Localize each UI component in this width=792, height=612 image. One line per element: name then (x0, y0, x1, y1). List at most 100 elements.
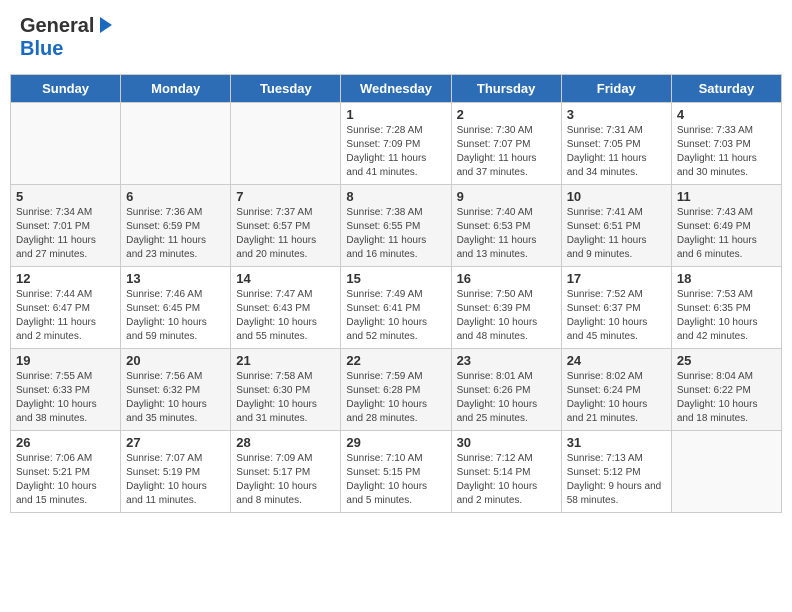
calendar-cell: 21 Sunrise: 7:58 AM Sunset: 6:30 PM Dayli… (231, 349, 341, 431)
calendar-cell (231, 103, 341, 185)
day-info: Sunrise: 7:58 AM Sunset: 6:30 PM Dayligh… (236, 370, 335, 426)
calendar-cell: 28 Sunrise: 7:09 AM Sunset: 5:17 PM Dayli… (231, 431, 341, 513)
calendar-cell: 31Sunrise: 7:13 AM Sunset: 5:12 PM Dayli… (561, 431, 671, 513)
calendar-week-row: 1 Sunrise: 7:28 AM Sunset: 7:09 PM Daylig… (11, 103, 782, 185)
day-number: 25 (677, 353, 776, 368)
day-number: 4 (677, 107, 776, 122)
day-of-week-header: Wednesday (341, 75, 451, 103)
day-number: 7 (236, 189, 335, 204)
day-info: Sunrise: 7:38 AM Sunset: 6:55 PM Dayligh… (346, 206, 445, 262)
calendar-week-row: 26 Sunrise: 7:06 AM Sunset: 5:21 PM Dayli… (11, 431, 782, 513)
day-number: 28 (236, 435, 335, 450)
calendar-cell: 9 Sunrise: 7:40 AM Sunset: 6:53 PM Daylig… (451, 185, 561, 267)
calendar-cell: 11 Sunrise: 7:43 AM Sunset: 6:49 PM Dayli… (671, 185, 781, 267)
day-of-week-header: Tuesday (231, 75, 341, 103)
logo-blue-text: Blue (20, 38, 63, 60)
day-number: 12 (16, 271, 115, 286)
day-info: Sunrise: 7:13 AM Sunset: 5:12 PM Dayligh… (567, 452, 666, 508)
day-number: 19 (16, 353, 115, 368)
day-info: Sunrise: 7:07 AM Sunset: 5:19 PM Dayligh… (126, 452, 225, 508)
day-info: Sunrise: 7:50 AM Sunset: 6:39 PM Dayligh… (457, 288, 556, 344)
day-number: 15 (346, 271, 445, 286)
calendar-week-row: 12Sunrise: 7:44 AM Sunset: 6:47 PM Dayli… (11, 267, 782, 349)
page-header: General Blue (10, 10, 782, 66)
day-number: 8 (346, 189, 445, 204)
day-info: Sunrise: 7:59 AM Sunset: 6:28 PM Dayligh… (346, 370, 445, 426)
day-info: Sunrise: 7:28 AM Sunset: 7:09 PM Dayligh… (346, 124, 445, 180)
calendar-week-row: 5 Sunrise: 7:34 AM Sunset: 7:01 PM Daylig… (11, 185, 782, 267)
day-info: Sunrise: 7:34 AM Sunset: 7:01 PM Dayligh… (16, 206, 115, 262)
day-number: 23 (457, 353, 556, 368)
calendar-cell: 17 Sunrise: 7:52 AM Sunset: 6:37 PM Dayli… (561, 267, 671, 349)
day-info: Sunrise: 7:40 AM Sunset: 6:53 PM Dayligh… (457, 206, 556, 262)
day-number: 10 (567, 189, 666, 204)
calendar-cell: 30 Sunrise: 7:12 AM Sunset: 5:14 PM Dayli… (451, 431, 561, 513)
calendar-cell (121, 103, 231, 185)
day-number: 30 (457, 435, 556, 450)
calendar-week-row: 19 Sunrise: 7:55 AM Sunset: 6:33 PM Dayli… (11, 349, 782, 431)
day-number: 1 (346, 107, 445, 122)
day-number: 18 (677, 271, 776, 286)
day-info: Sunrise: 7:55 AM Sunset: 6:33 PM Dayligh… (16, 370, 115, 426)
day-of-week-header: Monday (121, 75, 231, 103)
day-info: Sunrise: 7:30 AM Sunset: 7:07 PM Dayligh… (457, 124, 556, 180)
calendar-cell: 14 Sunrise: 7:47 AM Sunset: 6:43 PM Dayli… (231, 267, 341, 349)
day-info: Sunrise: 7:49 AM Sunset: 6:41 PM Dayligh… (346, 288, 445, 344)
calendar-cell: 25 Sunrise: 8:04 AM Sunset: 6:22 PM Dayli… (671, 349, 781, 431)
day-number: 2 (457, 107, 556, 122)
day-info: Sunrise: 7:47 AM Sunset: 6:43 PM Dayligh… (236, 288, 335, 344)
day-of-week-header: Saturday (671, 75, 781, 103)
day-number: 11 (677, 189, 776, 204)
day-number: 6 (126, 189, 225, 204)
day-info: Sunrise: 7:43 AM Sunset: 6:49 PM Dayligh… (677, 206, 776, 262)
calendar-cell: 19 Sunrise: 7:55 AM Sunset: 6:33 PM Dayli… (11, 349, 121, 431)
day-info: Sunrise: 8:04 AM Sunset: 6:22 PM Dayligh… (677, 370, 776, 426)
day-number: 26 (16, 435, 115, 450)
day-info: Sunrise: 7:06 AM Sunset: 5:21 PM Dayligh… (16, 452, 115, 508)
calendar-cell: 29Sunrise: 7:10 AM Sunset: 5:15 PM Dayli… (341, 431, 451, 513)
calendar-cell: 20Sunrise: 7:56 AM Sunset: 6:32 PM Dayli… (121, 349, 231, 431)
logo-general-text: General (20, 15, 94, 38)
day-info: Sunrise: 7:10 AM Sunset: 5:15 PM Dayligh… (346, 452, 445, 508)
calendar-cell: 5 Sunrise: 7:34 AM Sunset: 7:01 PM Daylig… (11, 185, 121, 267)
day-number: 14 (236, 271, 335, 286)
day-number: 22 (346, 353, 445, 368)
calendar-cell: 18 Sunrise: 7:53 AM Sunset: 6:35 PM Dayli… (671, 267, 781, 349)
calendar-cell: 6Sunrise: 7:36 AM Sunset: 6:59 PM Daylig… (121, 185, 231, 267)
day-of-week-header: Thursday (451, 75, 561, 103)
calendar-cell: 13 Sunrise: 7:46 AM Sunset: 6:45 PM Dayli… (121, 267, 231, 349)
calendar-cell: 2 Sunrise: 7:30 AM Sunset: 7:07 PM Daylig… (451, 103, 561, 185)
day-info: Sunrise: 7:53 AM Sunset: 6:35 PM Dayligh… (677, 288, 776, 344)
calendar-cell: 26 Sunrise: 7:06 AM Sunset: 5:21 PM Dayli… (11, 431, 121, 513)
day-info: Sunrise: 7:31 AM Sunset: 7:05 PM Dayligh… (567, 124, 666, 180)
calendar-body: 1 Sunrise: 7:28 AM Sunset: 7:09 PM Daylig… (11, 103, 782, 513)
day-of-week-header: Friday (561, 75, 671, 103)
calendar-cell (11, 103, 121, 185)
calendar-cell: 15 Sunrise: 7:49 AM Sunset: 6:41 PM Dayli… (341, 267, 451, 349)
day-number: 13 (126, 271, 225, 286)
day-number: 9 (457, 189, 556, 204)
day-info: Sunrise: 7:52 AM Sunset: 6:37 PM Dayligh… (567, 288, 666, 344)
day-info: Sunrise: 7:12 AM Sunset: 5:14 PM Dayligh… (457, 452, 556, 508)
calendar-cell: 4Sunrise: 7:33 AM Sunset: 7:03 PM Daylig… (671, 103, 781, 185)
day-number: 27 (126, 435, 225, 450)
day-number: 3 (567, 107, 666, 122)
day-info: Sunrise: 7:46 AM Sunset: 6:45 PM Dayligh… (126, 288, 225, 344)
day-number: 21 (236, 353, 335, 368)
day-info: Sunrise: 7:41 AM Sunset: 6:51 PM Dayligh… (567, 206, 666, 262)
day-info: Sunrise: 8:01 AM Sunset: 6:26 PM Dayligh… (457, 370, 556, 426)
calendar-cell: 12Sunrise: 7:44 AM Sunset: 6:47 PM Dayli… (11, 267, 121, 349)
calendar-cell: 22 Sunrise: 7:59 AM Sunset: 6:28 PM Dayli… (341, 349, 451, 431)
day-number: 17 (567, 271, 666, 286)
calendar-cell: 23 Sunrise: 8:01 AM Sunset: 6:26 PM Dayli… (451, 349, 561, 431)
day-info: Sunrise: 7:09 AM Sunset: 5:17 PM Dayligh… (236, 452, 335, 508)
calendar-cell (671, 431, 781, 513)
logo-triangle-icon (96, 15, 116, 35)
day-number: 24 (567, 353, 666, 368)
calendar-table: SundayMondayTuesdayWednesdayThursdayFrid… (10, 74, 782, 513)
day-number: 20 (126, 353, 225, 368)
day-number: 5 (16, 189, 115, 204)
calendar-cell: 7 Sunrise: 7:37 AM Sunset: 6:57 PM Daylig… (231, 185, 341, 267)
calendar-header: SundayMondayTuesdayWednesdayThursdayFrid… (11, 75, 782, 103)
day-info: Sunrise: 7:37 AM Sunset: 6:57 PM Dayligh… (236, 206, 335, 262)
